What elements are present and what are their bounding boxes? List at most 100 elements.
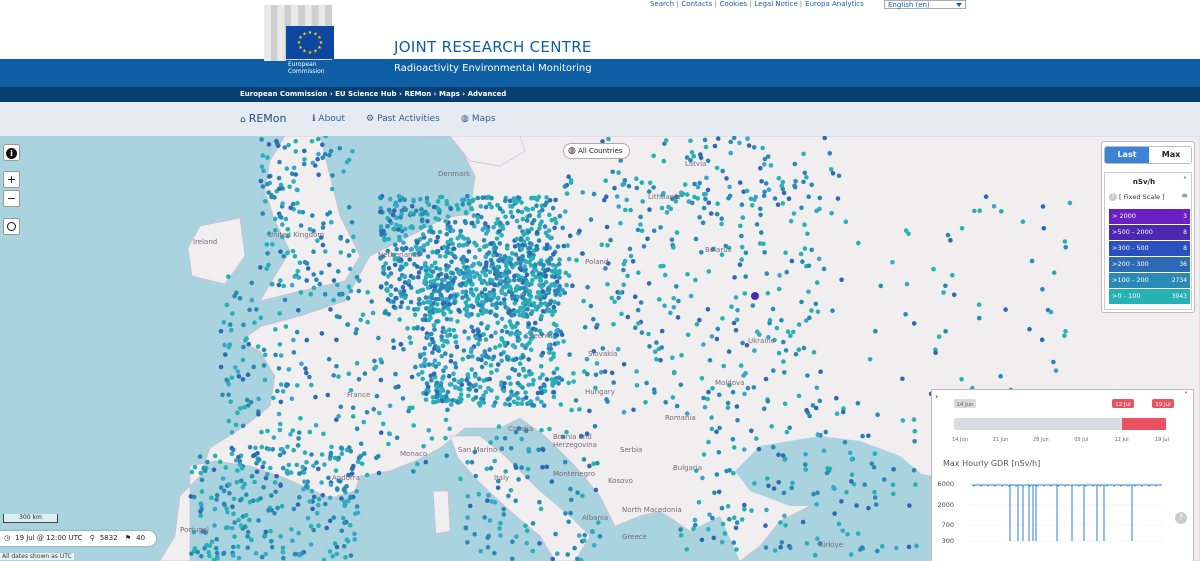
station-dot[interactable] <box>585 371 590 377</box>
station-dot[interactable] <box>319 331 325 336</box>
station-dot[interactable] <box>322 152 328 157</box>
station-dot[interactable] <box>222 342 227 348</box>
station-dot[interactable] <box>423 459 429 465</box>
station-dot[interactable] <box>355 510 361 515</box>
nav-past-activities[interactable]: ⚙ Past Activities <box>366 114 440 124</box>
station-dot[interactable] <box>350 149 355 154</box>
station-dot[interactable] <box>616 295 621 301</box>
station-dot[interactable] <box>834 395 839 401</box>
station-dot[interactable] <box>904 281 910 287</box>
station-dot[interactable] <box>286 142 291 148</box>
station-dot[interactable] <box>285 250 290 256</box>
station-dot[interactable] <box>772 548 778 553</box>
station-dot[interactable] <box>209 495 214 501</box>
station-dot[interactable] <box>758 166 763 171</box>
station-dot[interactable] <box>726 349 732 354</box>
station-dot[interactable] <box>418 196 423 202</box>
station-dot[interactable] <box>252 479 257 485</box>
station-dot[interactable] <box>802 246 808 251</box>
station-dot[interactable] <box>719 539 725 545</box>
station-dot[interactable] <box>289 527 294 532</box>
station-dot[interactable] <box>532 267 537 273</box>
station-dot[interactable] <box>295 502 301 507</box>
station-dot[interactable] <box>562 184 568 189</box>
station-dot[interactable] <box>245 534 250 539</box>
station-dot[interactable] <box>605 399 610 404</box>
station-dot[interactable] <box>454 344 460 350</box>
station-dot[interactable] <box>295 268 301 274</box>
station-dot[interactable] <box>218 328 224 334</box>
station-dot[interactable] <box>420 232 426 237</box>
station-dot[interactable] <box>688 293 694 299</box>
station-dot[interactable] <box>514 236 520 242</box>
station-dot[interactable] <box>324 525 330 531</box>
station-dot[interactable] <box>511 399 517 405</box>
station-dot[interactable] <box>763 181 769 186</box>
zoom-in-button[interactable]: + <box>3 171 20 188</box>
station-dot[interactable] <box>576 533 582 538</box>
station-dot[interactable] <box>559 332 565 337</box>
station-dot[interactable] <box>539 313 544 319</box>
station-dot[interactable] <box>445 245 451 250</box>
station-dot[interactable] <box>199 554 204 559</box>
station-dot[interactable] <box>327 495 333 501</box>
station-dot[interactable] <box>354 426 360 432</box>
station-dot[interactable] <box>517 361 523 366</box>
station-dot[interactable] <box>360 312 366 318</box>
station-dot[interactable] <box>484 260 489 265</box>
station-dot[interactable] <box>347 522 353 528</box>
station-dot[interactable] <box>402 274 408 279</box>
station-dot[interactable] <box>427 305 433 310</box>
station-dot[interactable] <box>563 270 569 276</box>
station-dot[interactable] <box>1051 270 1057 275</box>
station-dot[interactable] <box>662 272 668 278</box>
station-dot[interactable] <box>294 462 300 468</box>
station-dot[interactable] <box>449 259 454 265</box>
station-dot[interactable] <box>645 236 650 242</box>
station-dot[interactable] <box>488 440 494 445</box>
station-dot[interactable] <box>460 356 466 362</box>
station-dot[interactable] <box>714 211 720 217</box>
station-dot[interactable] <box>524 343 529 348</box>
station-dot[interactable] <box>654 340 659 345</box>
station-dot[interactable] <box>555 340 561 346</box>
station-dot[interactable] <box>497 343 503 348</box>
station-dot[interactable] <box>554 328 560 334</box>
station-dot[interactable] <box>638 222 643 227</box>
station-dot[interactable] <box>473 473 479 479</box>
station-dot[interactable] <box>479 321 484 326</box>
station-dot[interactable] <box>278 399 284 405</box>
station-dot[interactable] <box>494 395 500 401</box>
station-dot[interactable] <box>271 395 276 401</box>
station-dot[interactable] <box>249 474 255 479</box>
station-dot[interactable] <box>374 393 380 399</box>
station-dot[interactable] <box>493 345 498 350</box>
station-dot[interactable] <box>791 329 796 335</box>
station-dot[interactable] <box>508 209 514 215</box>
station-dot[interactable] <box>518 267 524 273</box>
station-dot[interactable] <box>520 216 526 222</box>
station-dot[interactable] <box>486 493 491 498</box>
station-dot[interactable] <box>606 136 611 142</box>
station-dot[interactable] <box>432 358 438 363</box>
station-dot[interactable] <box>462 329 467 334</box>
station-dot[interactable] <box>244 492 249 498</box>
station-dot[interactable] <box>806 263 812 269</box>
timeline-slider[interactable]: 14 Jun 12 Jul 19 Jul 14 Jun 21 Jun 28 Jun 0… <box>932 395 1195 455</box>
station-dot[interactable] <box>443 283 448 289</box>
station-dot[interactable] <box>425 334 431 339</box>
station-dot[interactable] <box>478 549 484 554</box>
station-dot[interactable] <box>269 282 275 287</box>
station-dot[interactable] <box>519 401 524 406</box>
station-dot[interactable] <box>393 371 398 377</box>
station-dot[interactable] <box>336 413 341 419</box>
circle-tool-button[interactable] <box>3 218 20 235</box>
station-dot[interactable] <box>475 219 481 225</box>
station-dot[interactable] <box>378 357 384 362</box>
station-dot[interactable] <box>275 388 280 394</box>
station-dot[interactable] <box>733 525 739 531</box>
station-dot[interactable] <box>943 283 948 289</box>
station-dot[interactable] <box>290 248 296 254</box>
station-dot[interactable] <box>729 304 734 309</box>
station-dot[interactable] <box>432 284 438 290</box>
